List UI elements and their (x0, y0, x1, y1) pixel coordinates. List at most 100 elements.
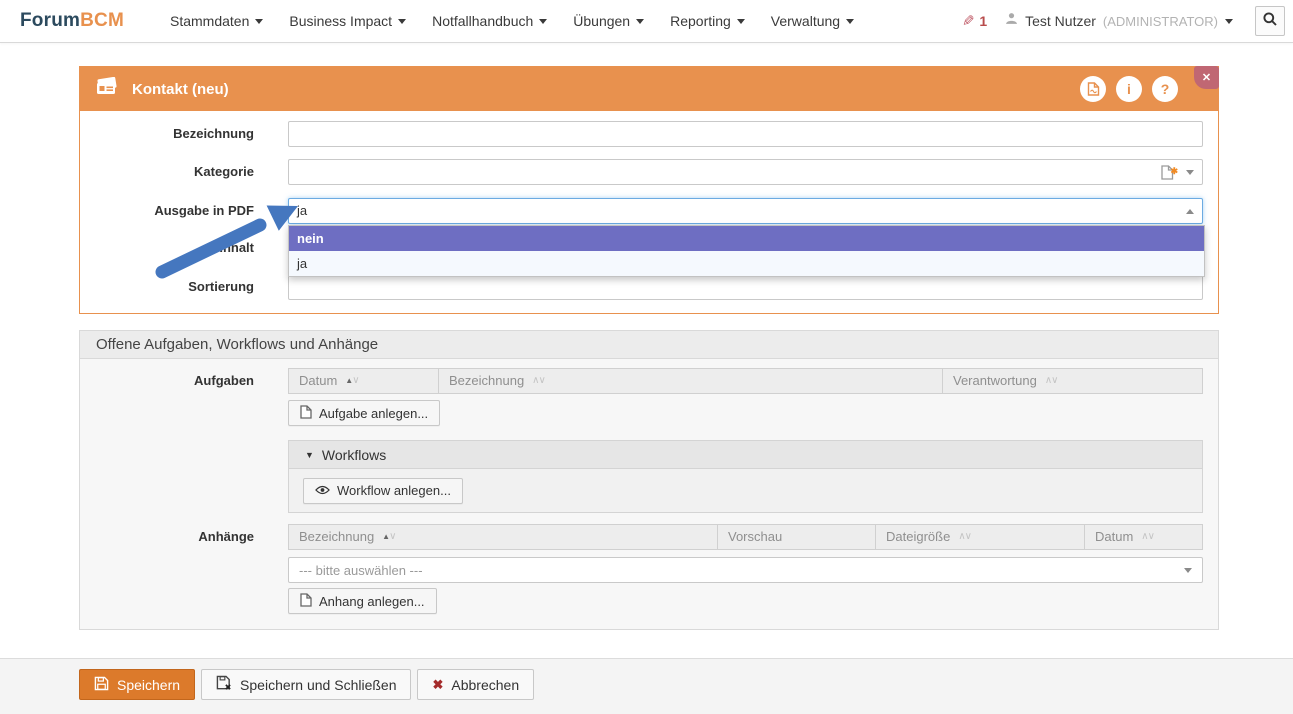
chevron-down-icon (255, 19, 263, 24)
chevron-down-icon (398, 19, 406, 24)
anhaenge-label: Anhänge (80, 524, 271, 550)
button-label: Workflow anlegen... (337, 483, 451, 498)
sort-icons[interactable]: ∧∨ (958, 525, 971, 549)
button-label: Abbrechen (451, 677, 519, 693)
kategorie-input[interactable]: ✱ (288, 159, 1203, 185)
chevron-down-icon (636, 19, 644, 24)
chevron-down-icon (539, 19, 547, 24)
eye-icon (315, 483, 330, 498)
save-button[interactable]: Speichern (79, 669, 195, 700)
menu-uebungen[interactable]: Übungen (573, 13, 644, 29)
app-logo[interactable]: ForumBCM (20, 10, 124, 32)
menu-stammdaten[interactable]: Stammdaten (170, 13, 263, 29)
workflows-collapse-header[interactable]: ▼ Workflows (289, 441, 1202, 469)
menu-notfallhandbuch[interactable]: Notfallhandbuch (432, 13, 547, 29)
cancel-button[interactable]: ✖ Abbrechen (417, 669, 534, 700)
save-close-icon (216, 675, 232, 694)
chevron-down-icon[interactable] (1186, 170, 1194, 175)
aufgaben-table-header: Datum ▲∨ Bezeichnung ∧∨ Verantwortung ∧∨ (288, 368, 1203, 394)
document-icon (300, 593, 312, 610)
sort-icons[interactable]: ∧∨ (1141, 525, 1154, 549)
search-button[interactable] (1255, 6, 1285, 36)
pending-edits-indicator[interactable]: ✎ 1 (962, 12, 987, 30)
sort-desc-icon: ∨ (539, 369, 545, 393)
sortierung-label: Sortierung (80, 274, 271, 300)
column-vorschau[interactable]: Vorschau (718, 525, 876, 549)
sort-desc-icon: ∨ (1051, 369, 1057, 393)
add-attachment-button[interactable]: Anhang anlegen... (288, 588, 437, 614)
contact-card-icon (94, 77, 120, 101)
column-datum[interactable]: Datum ∧∨ (1085, 525, 1202, 549)
close-panel-button[interactable]: ✕ (1194, 66, 1219, 89)
add-workflow-button[interactable]: Workflow anlegen... (303, 478, 463, 504)
bezeichnung-input[interactable] (288, 121, 1203, 147)
button-label: Anhang anlegen... (319, 594, 425, 609)
sort-icons[interactable]: ▲∨ (345, 369, 358, 393)
tasks-section: Offene Aufgaben, Workflows und Anhänge A… (79, 330, 1219, 630)
logo-secondary: BCM (80, 10, 124, 31)
menu-business-impact[interactable]: Business Impact (289, 13, 406, 29)
ausgabe-in-pdf-combobox[interactable]: ja (288, 198, 1203, 224)
aufgaben-label: Aufgaben (80, 368, 271, 394)
chevron-up-icon[interactable] (1186, 209, 1194, 214)
sort-icons[interactable]: ▲∨ (382, 525, 395, 549)
top-navbar: ForumBCM Stammdaten Business Impact Notf… (0, 0, 1293, 43)
user-name: Test Nutzer (1025, 13, 1096, 29)
user-menu[interactable]: Test Nutzer (ADMINISTRATOR) (1005, 12, 1233, 30)
add-task-button[interactable]: Aufgabe anlegen... (288, 400, 440, 426)
anhaenge-table-header: Bezeichnung ▲∨ Vorschau Dateigröße ∧∨ Da… (288, 524, 1203, 550)
sort-icons[interactable]: ∧∨ (532, 369, 545, 393)
kontakt-panel-header: Kontakt (neu) i ? (80, 67, 1218, 111)
sort-asc-icon: ▲ (382, 525, 389, 549)
workflows-title: Workflows (322, 447, 386, 463)
column-label: Datum (1095, 525, 1133, 549)
button-label: Speichern und Schließen (240, 677, 396, 693)
column-label: Dateigröße (886, 525, 950, 549)
pdf-export-button[interactable] (1080, 76, 1106, 102)
pencil-icon: ✎ (962, 12, 975, 30)
plus-star-icon: ✱ (1170, 159, 1178, 183)
combobox-value: ja (297, 199, 307, 223)
main-menu: Stammdaten Business Impact Notfallhandbu… (170, 13, 854, 29)
info-button[interactable]: i (1116, 76, 1142, 102)
menu-label: Business Impact (289, 13, 392, 29)
sortierung-input[interactable] (288, 274, 1203, 300)
menu-label: Verwaltung (771, 13, 840, 29)
chevron-down-icon (737, 19, 745, 24)
save-and-close-button[interactable]: Speichern und Schließen (201, 669, 411, 700)
kontakt-panel: Kontakt (neu) i ? ✕ Bezeichnung Kategori… (79, 66, 1219, 314)
column-bezeichnung[interactable]: Bezeichnung ▲∨ (289, 525, 718, 549)
help-icon: ? (1161, 81, 1170, 97)
button-label: Speichern (117, 677, 180, 693)
chevron-down-icon (1225, 19, 1233, 24)
tasks-section-title: Offene Aufgaben, Workflows und Anhänge (80, 331, 1218, 359)
menu-reporting[interactable]: Reporting (670, 13, 745, 29)
column-label: Vorschau (728, 525, 782, 549)
menu-verwaltung[interactable]: Verwaltung (771, 13, 854, 29)
dropdown-option-nein[interactable]: nein (289, 226, 1204, 251)
navbar-right: ✎ 1 Test Nutzer (ADMINISTRATOR) (962, 6, 1285, 36)
sort-icons[interactable]: ∧∨ (1045, 369, 1058, 393)
panel-header-actions: i ? (1080, 76, 1178, 102)
menu-label: Übungen (573, 13, 630, 29)
column-bezeichnung[interactable]: Bezeichnung ∧∨ (439, 369, 943, 393)
column-datum[interactable]: Datum ▲∨ (289, 369, 439, 393)
cancel-x-icon: ✖ (432, 677, 443, 693)
add-category-icon[interactable]: ✱ (1161, 165, 1174, 180)
menu-label: Notfallhandbuch (432, 13, 533, 29)
column-verantwortung[interactable]: Verantwortung ∧∨ (943, 369, 1202, 393)
column-label: Verantwortung (953, 369, 1037, 393)
info-icon: i (1127, 81, 1131, 97)
attachment-select[interactable]: --- bitte auswählen --- (288, 557, 1203, 583)
bezeichnung-label: Bezeichnung (80, 121, 271, 147)
panel-title: Kontakt (neu) (132, 81, 229, 98)
sort-desc-icon: ∨ (352, 369, 358, 393)
action-footer: Speichern Speichern und Schließen ✖ Abbr… (0, 658, 1293, 714)
kategorie-input-icons: ✱ (1161, 160, 1194, 184)
ausgabe-in-pdf-label: Ausgabe in PDF (80, 198, 271, 224)
button-label: Aufgabe anlegen... (319, 406, 428, 421)
dropdown-option-ja[interactable]: ja (289, 251, 1204, 276)
sort-desc-icon: ∨ (389, 525, 395, 549)
help-button[interactable]: ? (1152, 76, 1178, 102)
column-dateigroesse[interactable]: Dateigröße ∧∨ (876, 525, 1085, 549)
